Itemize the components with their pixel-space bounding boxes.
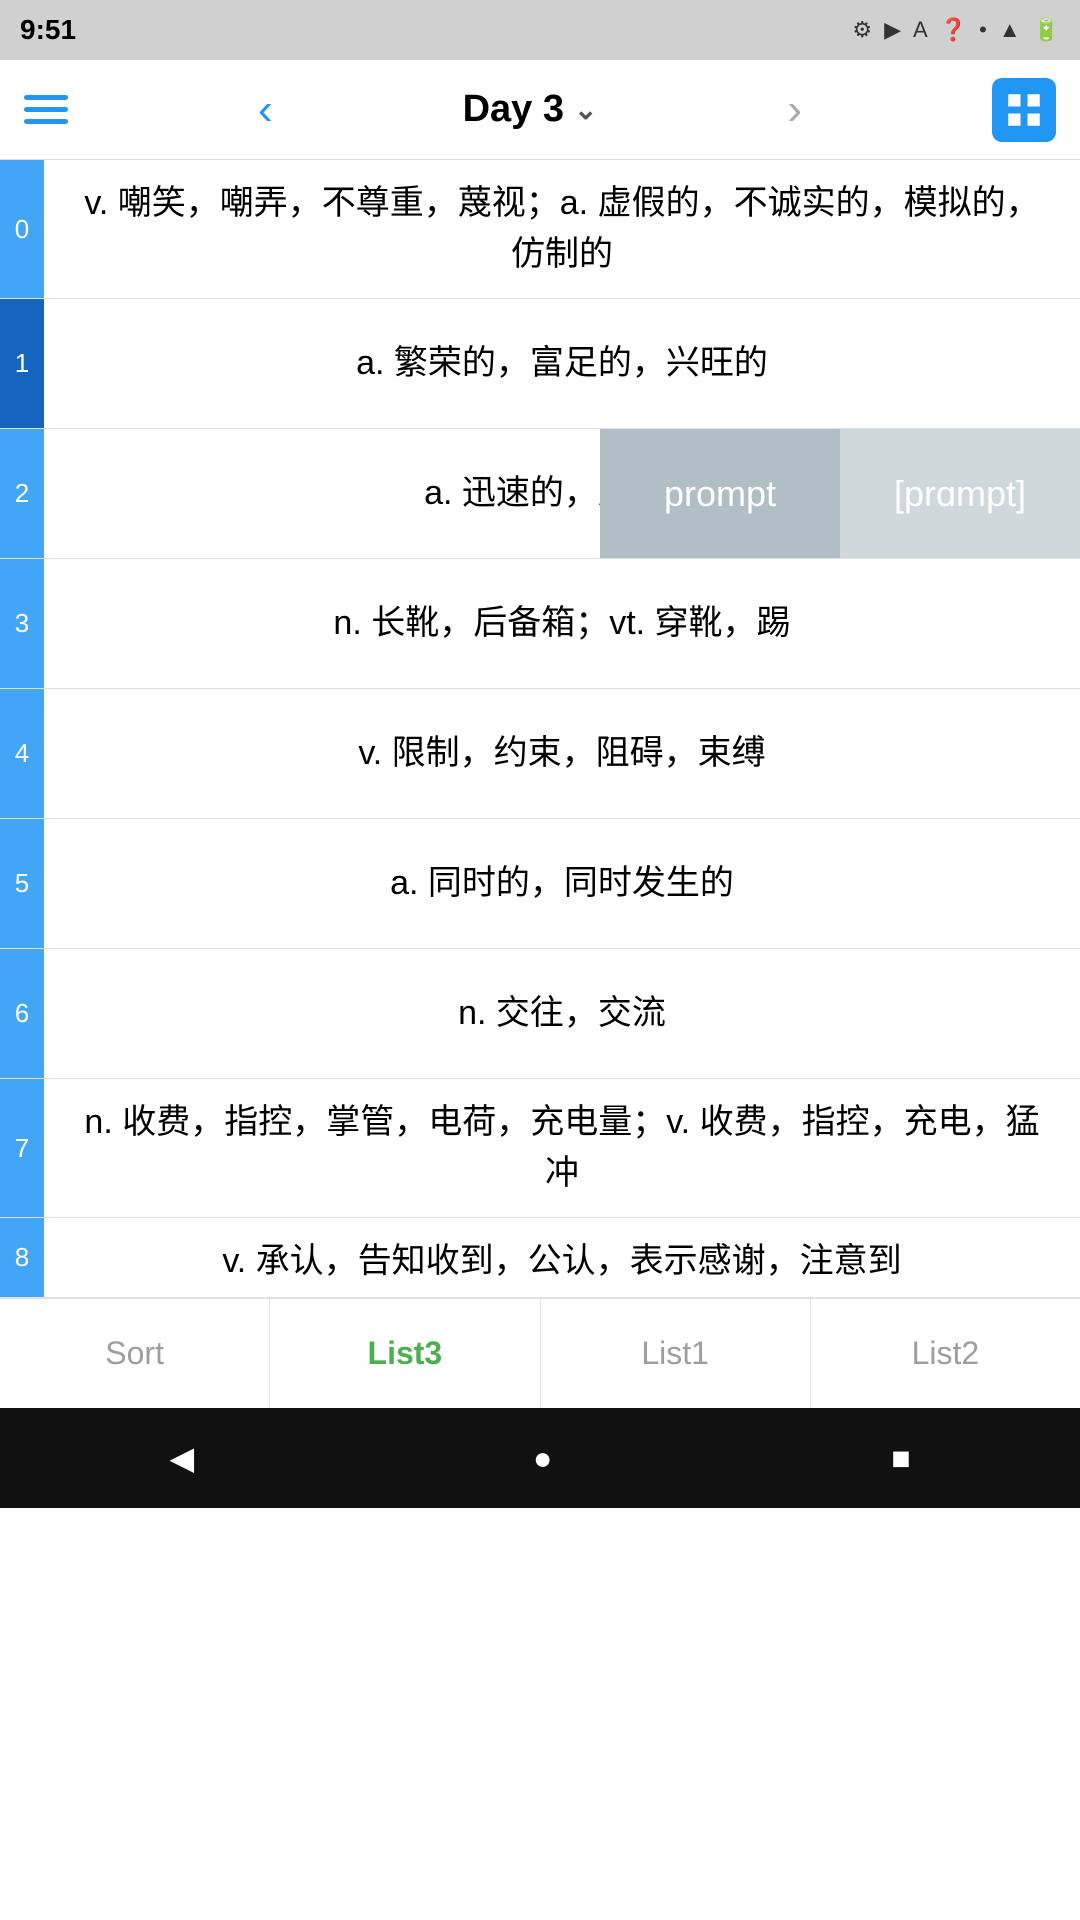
forward-button[interactable]: › (787, 85, 802, 135)
word-row[interactable]: 5 a. 同时的，同时发生的 (0, 819, 1080, 949)
chevron-down-icon: ⌄ (574, 93, 597, 126)
row-definition-0: v. 嘲笑，嘲弄，不尊重，蔑视；a. 虚假的，不诚实的，模拟的，仿制的 (44, 160, 1080, 298)
grid-icon (1003, 89, 1045, 131)
a-icon: A (913, 17, 928, 43)
row-definition-1: a. 繁荣的，富足的，兴旺的 (44, 299, 1080, 428)
android-back-button[interactable]: ◀ (169, 1439, 194, 1477)
word-list: 0 v. 嘲笑，嘲弄，不尊重，蔑视；a. 虚假的，不诚实的，模拟的，仿制的 1 … (0, 160, 1080, 1298)
row-index-1: 1 (0, 299, 44, 428)
menu-button[interactable] (24, 95, 68, 124)
word-row[interactable]: 1 a. 繁荣的，富足的，兴旺的 (0, 299, 1080, 429)
android-recent-button[interactable]: ■ (891, 1440, 910, 1477)
word-row[interactable]: 7 n. 收费，指控，掌管，电荷，充电量；v. 收费，指控，充电，猛冲 (0, 1079, 1080, 1218)
tab-list2[interactable]: List2 (811, 1299, 1080, 1408)
row-index-0: 0 (0, 160, 44, 298)
bottom-tab-bar: Sort List3 List1 List2 (0, 1298, 1080, 1408)
row-definition-3: n. 长靴，后备箱；vt. 穿靴，踢 (44, 559, 1080, 688)
tab-list3[interactable]: List3 (270, 1299, 540, 1408)
signal-icon: ▲ (999, 17, 1021, 43)
word-popup[interactable]: prompt [prɑmpt] (600, 429, 1080, 558)
dot-icon: • (979, 17, 987, 43)
day-title-text: Day 3 (463, 88, 564, 131)
row-definition-7: n. 收费，指控，掌管，电荷，充电量；v. 收费，指控，充电，猛冲 (44, 1079, 1080, 1217)
android-home-button[interactable]: ● (533, 1440, 552, 1477)
back-button[interactable]: ‹ (258, 88, 273, 132)
popup-word: prompt (600, 429, 840, 558)
row-definition-8: v. 承认，告知收到，公认，表示感谢，注意到 (44, 1218, 1080, 1297)
android-nav-bar: ◀ ● ■ (0, 1408, 1080, 1508)
word-row[interactable]: 4 v. 限制，约束，阻碍，束缚 (0, 689, 1080, 819)
row-definition-6: n. 交往，交流 (44, 949, 1080, 1078)
battery-icon: 🔋 (1033, 17, 1060, 43)
status-bar: 9:51 ⚙ ▶ A ❓ • ▲ 🔋 (0, 0, 1080, 60)
tab-list1[interactable]: List1 (541, 1299, 811, 1408)
row-definition-4: v. 限制，约束，阻碍，束缚 (44, 689, 1080, 818)
grid-view-button[interactable] (992, 78, 1056, 142)
popup-phonetic: [prɑmpt] (840, 429, 1080, 558)
row-index-4: 4 (0, 689, 44, 818)
word-row-partial[interactable]: 8 v. 承认，告知收到，公认，表示感谢，注意到 (0, 1218, 1080, 1298)
tab-sort[interactable]: Sort (0, 1299, 270, 1408)
row-index-5: 5 (0, 819, 44, 948)
row-index-2: 2 (0, 429, 44, 558)
row-index-6: 6 (0, 949, 44, 1078)
day-title[interactable]: Day 3 ⌄ (463, 88, 598, 131)
play-icon: ▶ (884, 17, 901, 43)
row-index-3: 3 (0, 559, 44, 688)
word-row-popup[interactable]: 2 a. 迅速的，及时的 prompt [prɑmpt] (0, 429, 1080, 559)
row-index-8: 8 (0, 1218, 44, 1297)
word-row[interactable]: 3 n. 长靴，后备箱；vt. 穿靴，踢 (0, 559, 1080, 689)
settings-icon: ⚙ (852, 17, 872, 43)
top-nav: ‹ Day 3 ⌄ › (0, 60, 1080, 160)
status-time: 9:51 (20, 14, 76, 46)
wifi-icon: ❓ (940, 17, 967, 43)
row-definition-5: a. 同时的，同时发生的 (44, 819, 1080, 948)
row-index-7: 7 (0, 1079, 44, 1217)
word-row[interactable]: 0 v. 嘲笑，嘲弄，不尊重，蔑视；a. 虚假的，不诚实的，模拟的，仿制的 (0, 160, 1080, 299)
status-icons: ⚙ ▶ A ❓ • ▲ 🔋 (852, 17, 1060, 43)
word-row[interactable]: 6 n. 交往，交流 (0, 949, 1080, 1079)
